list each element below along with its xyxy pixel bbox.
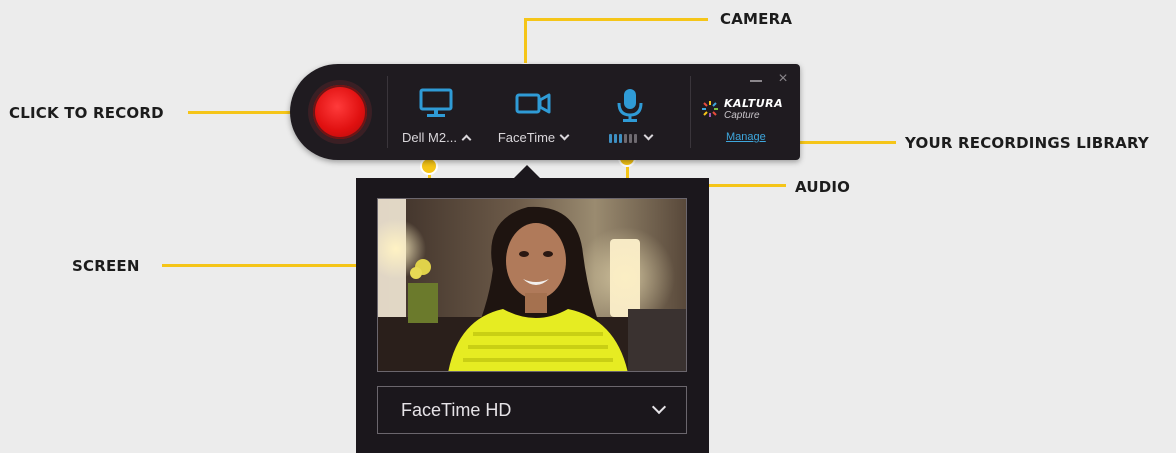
camera-callout-label: CAMERA xyxy=(720,10,793,28)
minimize-button[interactable] xyxy=(750,80,762,82)
capture-toolbar: Dell M2... FaceTime × KALTURA Capture Ma… xyxy=(290,64,800,160)
click-to-record-callout-label: CLICK TO RECORD xyxy=(9,104,164,122)
panel-pointer xyxy=(513,165,541,179)
audio-source-selector[interactable] xyxy=(588,84,672,154)
webcam-preview xyxy=(377,198,687,372)
screen-source-selector[interactable]: Dell M2... xyxy=(394,84,478,154)
camera-callout-line xyxy=(524,18,708,21)
chevron-down-icon xyxy=(643,130,653,141)
toolbar-divider xyxy=(387,76,388,148)
manage-library-link[interactable]: Manage xyxy=(726,131,766,143)
camera-source-selector[interactable]: FaceTime xyxy=(486,84,580,154)
audio-level-bar xyxy=(633,134,637,143)
kaltura-logo-icon xyxy=(702,101,718,117)
brand-name: KALTURA xyxy=(724,97,784,110)
screen-callout-label: SCREEN xyxy=(72,257,140,275)
audio-level-bars xyxy=(608,131,639,146)
microphone-icon xyxy=(615,88,645,127)
toolbar-divider xyxy=(690,76,691,148)
chevron-down-icon xyxy=(559,130,570,141)
kaltura-capture-logo: KALTURA Capture xyxy=(700,97,792,127)
camera-preview-panel: FaceTime HD xyxy=(356,165,709,453)
audio-level-bar xyxy=(613,134,617,143)
library-callout-line xyxy=(792,141,896,144)
screen-source-label: Dell M2... xyxy=(394,130,478,145)
video-camera-icon xyxy=(514,88,552,123)
recordings-library-callout-label: YOUR RECORDINGS LIBRARY xyxy=(905,134,1149,152)
monitor-icon xyxy=(418,88,454,123)
chevron-down-icon xyxy=(651,399,667,415)
audio-level-bar xyxy=(628,134,632,143)
record-button[interactable] xyxy=(313,85,367,139)
close-button[interactable]: × xyxy=(776,71,790,87)
audio-level-bar xyxy=(608,134,612,143)
chevron-up-icon xyxy=(461,134,472,145)
camera-source-label: FaceTime xyxy=(486,130,580,145)
audio-level-meter xyxy=(588,130,672,146)
webcam-preview-image xyxy=(378,199,686,371)
camera-select-dropdown[interactable]: FaceTime HD xyxy=(377,386,687,434)
audio-callout-label: AUDIO xyxy=(795,178,851,196)
audio-level-bar xyxy=(623,134,627,143)
brand-subtitle: Capture xyxy=(724,110,760,121)
audio-level-bar xyxy=(618,134,622,143)
camera-select-value: FaceTime HD xyxy=(401,400,512,420)
